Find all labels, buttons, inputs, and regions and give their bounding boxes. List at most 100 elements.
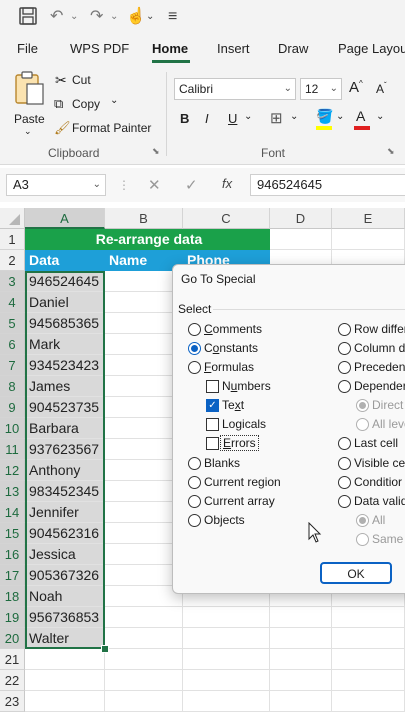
cell[interactable] xyxy=(105,670,183,691)
radio-direct-only[interactable] xyxy=(356,399,369,412)
row-header[interactable]: 5 xyxy=(0,313,25,334)
cell[interactable] xyxy=(332,691,405,712)
cell[interactable] xyxy=(332,628,405,649)
cut-icon[interactable]: ✂ xyxy=(55,72,67,89)
objects-label[interactable]: Objects xyxy=(204,513,245,527)
cell[interactable] xyxy=(183,649,270,670)
borders-icon[interactable]: ⊞ xyxy=(270,109,283,127)
radio-dependents[interactable] xyxy=(338,380,351,393)
radio-data-validation[interactable] xyxy=(338,495,351,508)
cell[interactable] xyxy=(270,649,332,670)
row-header[interactable]: 11 xyxy=(0,439,25,460)
radio-conditional-formats[interactable] xyxy=(338,476,351,489)
row-header[interactable]: 20 xyxy=(0,628,25,649)
undo-icon[interactable]: ↶ xyxy=(50,6,63,28)
radio-row-differences[interactable] xyxy=(338,323,351,336)
cell[interactable] xyxy=(105,628,183,649)
fill-color-dropdown-icon[interactable]: ⌄ xyxy=(336,111,344,122)
cell[interactable] xyxy=(183,607,270,628)
font-name-combo[interactable]: Calibri ⌄ xyxy=(174,78,296,100)
cell[interactable] xyxy=(270,670,332,691)
copy-dropdown-icon[interactable]: ⌄ xyxy=(110,95,118,106)
cell[interactable] xyxy=(105,649,183,670)
radio-current-array[interactable] xyxy=(188,495,201,508)
data-cell[interactable]: Mark xyxy=(25,334,105,355)
cell[interactable] xyxy=(25,649,105,670)
customize-toolbar-icon[interactable]: ≡ xyxy=(168,6,177,28)
row-differences-label[interactable]: Row differ xyxy=(354,322,405,336)
tab-file[interactable]: File xyxy=(17,41,38,56)
row-header[interactable]: 22 xyxy=(0,670,25,691)
save-icon[interactable] xyxy=(18,6,38,28)
cell[interactable] xyxy=(332,649,405,670)
radio-constants[interactable] xyxy=(188,342,201,355)
redo-dropdown-icon[interactable]: ⌄ xyxy=(110,6,118,28)
current-region-label[interactable]: Current region xyxy=(204,475,281,489)
data-cell[interactable]: 905367326 xyxy=(25,565,105,586)
column-header-c[interactable]: C xyxy=(183,208,270,229)
cell[interactable] xyxy=(270,691,332,712)
checkbox-numbers[interactable] xyxy=(206,380,219,393)
radio-current-region[interactable] xyxy=(188,476,201,489)
row-header[interactable]: 17 xyxy=(0,565,25,586)
visible-cells-label[interactable]: Visible ce xyxy=(354,456,405,470)
data-cell[interactable]: 983452345 xyxy=(25,481,105,502)
touch-dropdown-icon[interactable]: ⌄ xyxy=(146,6,154,28)
chevron-down-icon[interactable]: ⌄ xyxy=(330,79,338,99)
fill-color-icon[interactable]: 🪣 xyxy=(316,108,333,125)
format-painter-button[interactable]: Format Painter xyxy=(72,121,151,135)
formula-input[interactable]: 946524645 xyxy=(250,174,405,196)
cell[interactable] xyxy=(270,628,332,649)
data-cell[interactable]: Barbara xyxy=(25,418,105,439)
cell[interactable] xyxy=(183,691,270,712)
tab-home[interactable]: Home xyxy=(152,41,188,56)
row-header[interactable]: 2 xyxy=(0,250,25,271)
data-cell[interactable]: 904562316 xyxy=(25,523,105,544)
row-header[interactable]: 16 xyxy=(0,544,25,565)
row-header[interactable]: 8 xyxy=(0,376,25,397)
underline-dropdown-icon[interactable]: ⌄ xyxy=(244,111,252,122)
formulas-label[interactable]: Formulas xyxy=(204,360,254,374)
data-cell[interactable]: 937623567 xyxy=(25,439,105,460)
checkbox-errors[interactable] xyxy=(206,437,219,450)
radio-objects[interactable] xyxy=(188,514,201,527)
fill-handle[interactable] xyxy=(101,645,109,653)
row-header[interactable]: 18 xyxy=(0,586,25,607)
data-cell[interactable]: 946524645 xyxy=(25,271,105,292)
paste-button[interactable]: Paste ⌄ xyxy=(12,70,50,136)
format-painter-icon[interactable]: 🖌 xyxy=(54,120,71,136)
copy-icon[interactable]: ⧉ xyxy=(54,96,63,112)
column-header-d[interactable]: D xyxy=(270,208,332,229)
logicals-label[interactable]: Logicals xyxy=(222,417,266,431)
cell[interactable] xyxy=(25,691,105,712)
row-header[interactable]: 19 xyxy=(0,607,25,628)
tab-draw[interactable]: Draw xyxy=(278,41,308,56)
data-cell[interactable]: 904523735 xyxy=(25,397,105,418)
tab-wps-pdf[interactable]: WPS PDF xyxy=(70,41,129,56)
text-label[interactable]: Text xyxy=(222,398,244,412)
redo-icon[interactable]: ↷ xyxy=(90,6,103,28)
tab-page-layout[interactable]: Page Layou xyxy=(338,41,405,56)
cell[interactable] xyxy=(270,229,332,250)
errors-label[interactable]: Errors xyxy=(220,435,259,451)
blanks-label[interactable]: Blanks xyxy=(204,456,240,470)
row-header[interactable]: 4 xyxy=(0,292,25,313)
column-differences-label[interactable]: Column di xyxy=(354,341,405,355)
current-array-label[interactable]: Current array xyxy=(204,494,275,508)
row-header[interactable]: 3 xyxy=(0,271,25,292)
font-color-icon[interactable]: A xyxy=(356,108,365,124)
cell[interactable] xyxy=(332,607,405,628)
data-cell[interactable]: James xyxy=(25,376,105,397)
font-launcher-icon[interactable]: ⬊ xyxy=(387,146,395,157)
row-header[interactable]: 21 xyxy=(0,649,25,670)
column-header-e[interactable]: E xyxy=(332,208,405,229)
data-cell[interactable]: Jennifer xyxy=(25,502,105,523)
cell[interactable] xyxy=(183,628,270,649)
row-header[interactable]: 6 xyxy=(0,334,25,355)
row-header[interactable]: 14 xyxy=(0,502,25,523)
data-cell[interactable]: 934523423 xyxy=(25,355,105,376)
comments-label[interactable]: Comments xyxy=(204,322,262,336)
data-cell[interactable]: Noah xyxy=(25,586,105,607)
radio-validation-same[interactable] xyxy=(356,533,369,546)
header-cell-data[interactable]: Data xyxy=(25,250,105,271)
